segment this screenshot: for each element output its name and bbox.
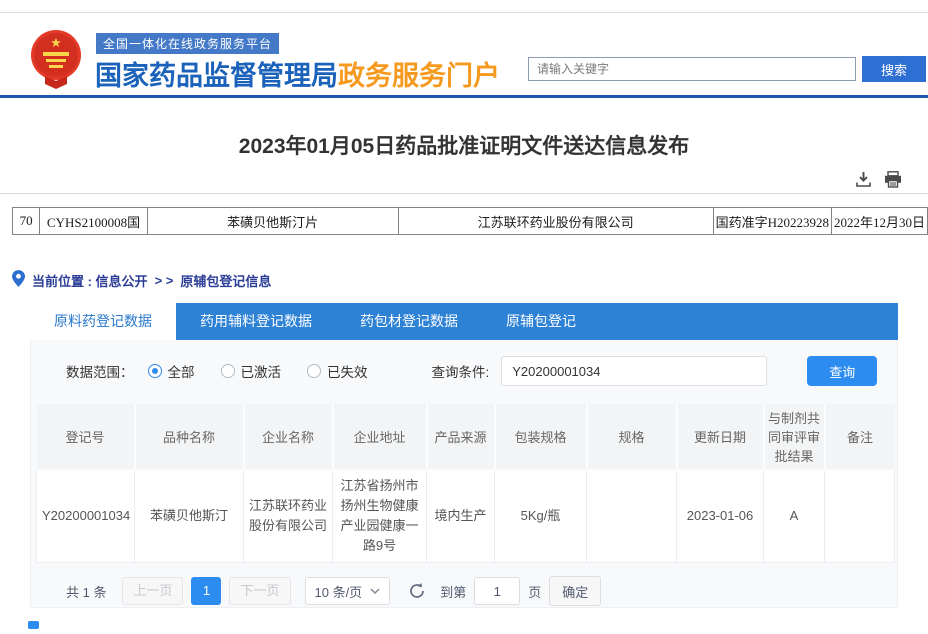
breadcrumb-current[interactable]: 原辅包登记信息	[180, 271, 271, 290]
col-variety-name: 品种名称	[135, 404, 244, 470]
radio-expired-label: 已失效	[327, 361, 368, 381]
page-title: 2023年01月05日药品批准证明文件送达信息发布	[0, 130, 928, 160]
cell-spec	[587, 470, 677, 562]
doc-row-index: 70	[13, 208, 40, 235]
doc-row-date: 2022年12月30日	[831, 208, 927, 235]
table-row: Y20200001034 苯磺贝他斯汀 江苏联环药业股份有限公司 江苏省扬州市扬…	[37, 470, 895, 562]
cell-registration-no: Y20200001034	[37, 470, 135, 562]
breadcrumb-separator: > >	[155, 273, 174, 288]
cell-remark	[825, 470, 895, 562]
query-button[interactable]: 查询	[807, 356, 877, 386]
radio-activated[interactable]: 已激活	[221, 361, 282, 381]
col-package-spec: 包装规格	[495, 404, 587, 470]
col-update-date: 更新日期	[677, 404, 764, 470]
page-number-1[interactable]: 1	[191, 577, 221, 605]
doc-row-company: 江苏联环药业股份有限公司	[398, 208, 713, 235]
tab-excipient-data[interactable]: 药用辅料登记数据	[176, 303, 336, 340]
scroll-top-partial-element	[28, 621, 39, 629]
cell-company-address: 江苏省扬州市扬州生物健康产业园健康一路9号	[333, 470, 427, 562]
radio-icon[interactable]	[148, 364, 162, 378]
search-button[interactable]: 搜索	[862, 56, 926, 82]
cell-variety-name: 苯磺贝他斯汀	[135, 470, 244, 562]
col-joint-review-result: 与制剂共同审评审批结果	[764, 404, 825, 470]
pagination: 共 1 条 上一页 1 下一页 10 条/页 到第 页 确定	[66, 576, 601, 606]
breadcrumb-prefix: 当前位置 : 信息公开	[32, 271, 148, 290]
pagination-total: 共 1 条	[66, 582, 106, 601]
document-table: 70 CYHS2100008国 苯磺贝他斯汀片 江苏联环药业股份有限公司 国药准…	[12, 207, 928, 235]
tab-packaging-material-data[interactable]: 药包材登记数据	[336, 303, 482, 340]
refresh-icon[interactable]	[408, 582, 426, 600]
next-page-button[interactable]: 下一页	[229, 577, 290, 605]
col-company-name: 企业名称	[244, 404, 333, 470]
radio-icon[interactable]	[221, 364, 235, 378]
cell-package-spec: 5Kg/瓶	[495, 470, 587, 562]
location-pin-icon	[12, 270, 25, 290]
radio-all[interactable]: 全部	[148, 361, 195, 381]
goto-unit: 页	[528, 582, 541, 601]
col-registration-no: 登记号	[37, 404, 135, 470]
site-suffix: 政务服务门户	[338, 61, 500, 91]
national-emblem-logo: ★	[28, 28, 84, 95]
search-input[interactable]	[528, 57, 856, 81]
goto-label: 到第	[440, 582, 466, 601]
query-label: 查询条件:	[432, 361, 490, 381]
query-input[interactable]	[501, 356, 767, 386]
doc-row-drug-name: 苯磺贝他斯汀片	[147, 208, 398, 235]
table-row: 70 CYHS2100008国 苯磺贝他斯汀片 江苏联环药业股份有限公司 国药准…	[13, 208, 928, 235]
download-icon[interactable]	[855, 171, 872, 188]
tab-bar: 原料药登记数据 药用辅料登记数据 药包材登记数据 原辅包登记	[30, 303, 898, 340]
prev-page-button[interactable]: 上一页	[122, 577, 183, 605]
chevron-down-icon	[370, 588, 380, 594]
content-panel: 数据范围： 全部 已激活 已失效 查询条件: 查询 登记号 品种名称 企业名称 …	[30, 340, 898, 608]
cell-product-source: 境内生产	[427, 470, 495, 562]
doc-row-acceptance-no: CYHS2100008国	[40, 208, 147, 235]
col-product-source: 产品来源	[427, 404, 495, 470]
platform-badge: 全国一体化在线政务服务平台	[96, 33, 279, 54]
top-divider	[0, 12, 928, 13]
registration-table: 登记号 品种名称 企业名称 企业地址 产品来源 包装规格 规格 更新日期 与制剂…	[36, 404, 895, 563]
cell-joint-review-result: A	[764, 470, 825, 562]
radio-expired[interactable]: 已失效	[307, 361, 368, 381]
confirm-button[interactable]: 确定	[549, 576, 601, 606]
tab-raw-aux-pack[interactable]: 原辅包登记	[482, 303, 600, 340]
col-spec: 规格	[587, 404, 677, 470]
page-size-select[interactable]: 10 条/页	[305, 577, 391, 605]
doc-row-approval-no: 国药准字H20223928	[713, 208, 831, 235]
goto-page-input[interactable]	[474, 577, 520, 605]
breadcrumb: 当前位置 : 信息公开 > > 原辅包登记信息	[12, 270, 271, 290]
radio-all-label: 全部	[168, 361, 195, 381]
svg-text:★: ★	[50, 35, 62, 50]
filter-row: 数据范围： 全部 已激活 已失效 查询条件: 查询	[66, 356, 881, 386]
site-name: 国家药品监督管理局	[95, 61, 338, 91]
tab-raw-material-data[interactable]: 原料药登记数据	[30, 303, 176, 340]
col-remark: 备注	[825, 404, 895, 470]
site-title: 国家药品监督管理局政务服务门户	[95, 54, 500, 93]
cell-update-date: 2023-01-06	[677, 470, 764, 562]
cell-company-name: 江苏联环药业股份有限公司	[244, 470, 333, 562]
radio-icon[interactable]	[307, 364, 321, 378]
header-divider	[0, 95, 928, 98]
col-company-address: 企业地址	[333, 404, 427, 470]
page-size-value: 10 条/页	[315, 582, 363, 601]
table-header-row: 登记号 品种名称 企业名称 企业地址 产品来源 包装规格 规格 更新日期 与制剂…	[37, 404, 895, 470]
print-icon[interactable]	[884, 171, 902, 188]
radio-activated-label: 已激活	[241, 361, 282, 381]
title-divider	[0, 193, 928, 194]
scope-label: 数据范围：	[66, 361, 134, 381]
